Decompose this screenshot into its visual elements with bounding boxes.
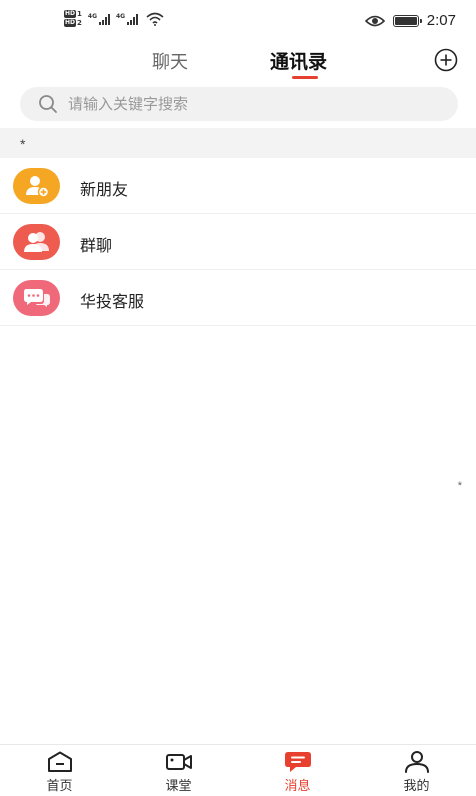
user-icon [404,751,429,773]
tab-contacts[interactable]: 通讯录 [270,47,327,74]
list-item-group-chat[interactable]: 群聊 [0,214,476,270]
hd-indicators: HD 1 HD 2 [64,10,82,27]
contact-label: 群聊 [80,236,113,255]
eye-icon [364,15,385,26]
contact-label: 新朋友 [80,180,129,199]
message-icon [284,752,311,772]
nav-label: 我的 [403,779,430,794]
nav-classroom[interactable]: 课堂 [119,745,238,796]
tab-chat[interactable]: 聊天 [152,48,188,74]
nav-profile[interactable]: 我的 [357,745,476,796]
status-bar: HD 1 HD 2 4G 4G 2:07 [0,0,476,44]
signal-bars-icon [99,13,110,25]
group-icon [13,224,60,260]
search-bar[interactable] [20,87,458,121]
side-index-mark[interactable]: * [458,480,462,492]
wifi-icon [146,12,164,26]
signal-bars-icon [127,13,139,25]
status-right: 2:07 [364,12,456,29]
signal-2: 4G [116,12,139,25]
section-letter: * [20,136,26,152]
contact-label: 华投客服 [80,292,145,311]
signal-1: 4G [88,13,110,25]
nav-label: 首页 [46,779,73,794]
hd-label: HD [64,19,77,27]
list-item-customer-service[interactable]: 华投客服 [0,270,476,326]
hd-label: HD [64,10,77,18]
nav-label: 消息 [284,779,311,794]
clock: 2:07 [426,12,456,29]
nav-label: 课堂 [165,779,192,794]
network-type: 4G [116,12,126,20]
bottom-nav: 首页 课堂 消息 我的 [0,744,476,796]
plus-circle-icon[interactable] [434,48,458,72]
battery-icon [392,14,422,27]
header: 聊天 通讯录 [0,44,476,84]
network-type: 4G [87,12,97,20]
search-input[interactable] [68,95,458,113]
hd-badge-1: HD 1 [64,10,82,18]
hd-number: 2 [77,19,82,27]
list-item-new-friends[interactable]: 新朋友 [0,158,476,214]
status-left: HD 1 HD 2 4G 4G [64,10,164,27]
hd-badge-2: HD 2 [64,19,82,27]
hd-number: 1 [77,10,82,18]
home-icon [47,751,72,772]
section-header: * [0,128,476,158]
search-icon [39,95,57,113]
contact-list: 新朋友 群聊 华投客服 [0,158,476,326]
nav-home[interactable]: 首页 [0,745,119,796]
active-tab-indicator [292,76,318,79]
add-friend-icon [13,168,60,204]
nav-messages[interactable]: 消息 [238,745,357,796]
chat-bubbles-icon [13,280,60,316]
video-camera-icon [165,754,192,770]
